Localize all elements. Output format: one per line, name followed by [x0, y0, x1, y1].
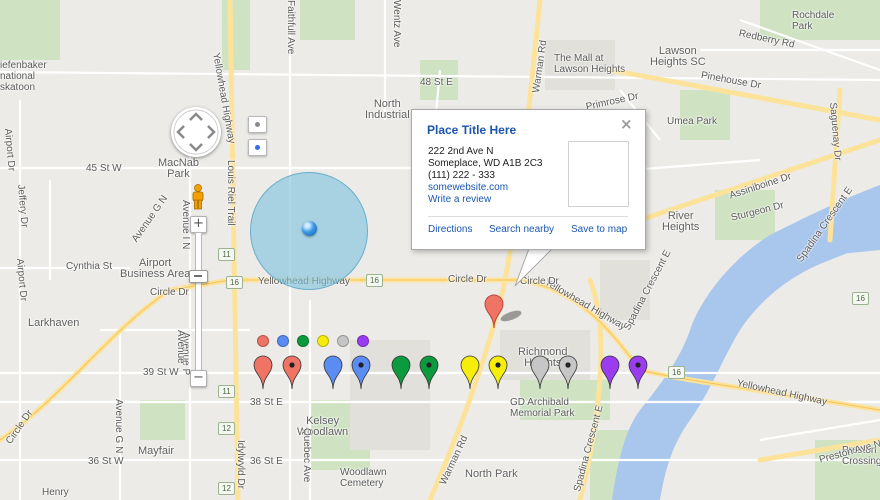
place-marker-shadow	[500, 310, 522, 322]
color-swatch-gray[interactable]	[337, 335, 349, 347]
highway-shield-11: 11	[218, 248, 235, 261]
map-base-layer	[0, 0, 880, 500]
info-website-link[interactable]: somewebsite.com	[428, 182, 508, 194]
info-divider	[428, 216, 628, 217]
color-swatch-purple[interactable]	[357, 335, 369, 347]
highway-shield-11-b: 11	[218, 385, 235, 398]
info-address-line2: Someplace, WD A1B 2C3	[428, 158, 543, 169]
pegman-icon	[192, 184, 204, 210]
marker-pin-gray[interactable]	[530, 355, 550, 390]
search-nearby-link[interactable]: Search nearby	[489, 224, 554, 236]
info-review-link[interactable]: Write a review	[428, 194, 491, 206]
info-window-title[interactable]: Place Title Here	[427, 123, 516, 137]
zoom-slider-thumb[interactable]	[189, 270, 208, 283]
highway-shield-12-b: 12	[218, 482, 235, 495]
marker-pin-purple-dot[interactable]	[628, 355, 648, 390]
highway-shield-16-d: 16	[852, 292, 869, 305]
current-location-dot[interactable]	[302, 221, 317, 236]
marker-pin-green[interactable]	[391, 355, 411, 390]
zoom-in-button[interactable]: +	[190, 216, 207, 233]
directions-link[interactable]: Directions	[428, 224, 472, 236]
pegman-control[interactable]	[190, 184, 206, 215]
info-window: Place Title Here × 222 2nd Ave N Somepla…	[411, 109, 646, 250]
map-canvas[interactable]: North Industrial Airport Business Area Lar…	[0, 0, 880, 500]
view-toggle-button-b[interactable]	[248, 139, 267, 156]
zoom-slider-track[interactable]	[195, 232, 202, 372]
marker-pin-purple[interactable]	[600, 355, 620, 390]
marker-pin-yellow[interactable]	[460, 355, 480, 390]
place-marker[interactable]	[484, 294, 526, 330]
close-icon[interactable]: ×	[620, 117, 633, 132]
info-thumbnail	[568, 141, 629, 207]
highway-shield-16-b: 16	[366, 274, 383, 287]
highway-shield-16-a: 16	[226, 276, 243, 289]
color-swatch-red[interactable]	[257, 335, 269, 347]
pan-control[interactable]	[171, 107, 221, 157]
info-address-line1: 222 2nd Ave N	[428, 146, 494, 157]
highway-shield-12: 12	[218, 422, 235, 435]
marker-pin-gray-dot[interactable]	[558, 355, 578, 390]
save-to-map-link[interactable]: Save to map	[571, 224, 627, 236]
highway-shield-16-c: 16	[668, 366, 685, 379]
view-toggle-button-a[interactable]	[248, 116, 267, 133]
radio-off-icon	[255, 122, 260, 127]
zoom-out-button[interactable]: −	[190, 370, 207, 387]
color-swatch-green[interactable]	[297, 335, 309, 347]
marker-pin-red-dot[interactable]	[282, 355, 302, 390]
color-swatch-blue[interactable]	[277, 335, 289, 347]
color-swatch-yellow[interactable]	[317, 335, 329, 347]
marker-pin-blue[interactable]	[323, 355, 343, 390]
marker-pin-green-dot[interactable]	[419, 355, 439, 390]
info-phone: (111) 222 - 333	[428, 170, 495, 181]
marker-pin-yellow-dot[interactable]	[488, 355, 508, 390]
pan-arrows-icon	[173, 109, 219, 155]
info-window-tail	[505, 246, 556, 287]
marker-pin-red[interactable]	[253, 355, 273, 390]
marker-pin-blue-dot[interactable]	[351, 355, 371, 390]
place-marker-pin	[484, 294, 504, 329]
radio-on-icon	[255, 145, 260, 150]
